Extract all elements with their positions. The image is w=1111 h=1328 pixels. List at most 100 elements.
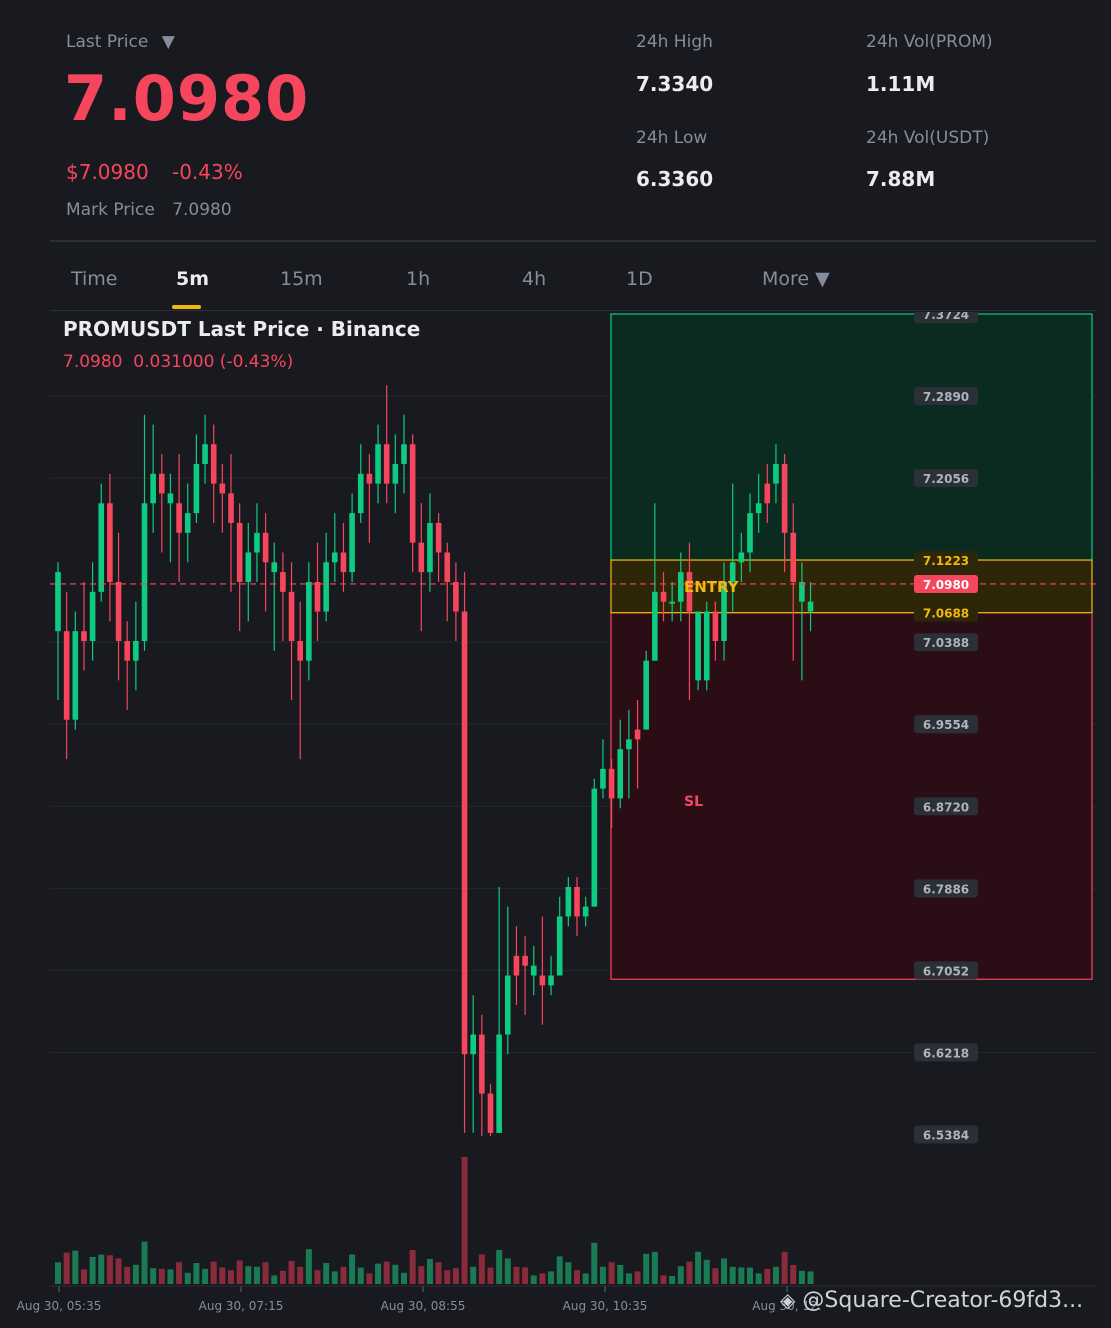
tab-time[interactable]: Time (71, 268, 118, 290)
volume-bar (634, 1271, 641, 1284)
candle-body (159, 473, 165, 494)
candle-body (176, 503, 182, 533)
candle-body (375, 444, 381, 484)
candle-body (712, 611, 719, 642)
volume-bar (781, 1251, 788, 1284)
volume-bar (695, 1251, 702, 1284)
last-price-selector[interactable]: Last Price ▼ (66, 32, 175, 52)
tab-4h[interactable]: 4h (522, 268, 546, 290)
candle-body (383, 444, 390, 484)
volume-bar (167, 1269, 174, 1284)
candle-body (626, 739, 632, 750)
candle-body (366, 473, 373, 484)
volume-bar (63, 1252, 70, 1284)
tab-more[interactable]: More ▼ (762, 268, 830, 290)
candle-body (703, 611, 710, 681)
time-tick-label: Aug 30, 07:15 (199, 1299, 284, 1313)
price-chart[interactable]: TP ENTRY SL PROMUSDT Last Price · Binanc… (0, 312, 1111, 1328)
volume-bar (219, 1267, 226, 1284)
candle-body (210, 444, 217, 484)
last-price-label: Last Price (66, 32, 149, 52)
volume-bar (305, 1249, 312, 1284)
volume-bar (504, 1258, 511, 1284)
time-tick-label: Aug 30, 05:35 (17, 1299, 102, 1313)
last-price-value: 7.0980 (64, 62, 310, 135)
price-tick-label: 7.0388 (923, 636, 969, 650)
candle-body (548, 975, 554, 986)
candle-body (591, 788, 598, 907)
price-tick-label: 7.2890 (923, 390, 969, 404)
volume-bar (772, 1266, 779, 1284)
candle-body (55, 572, 61, 632)
volume-bar (288, 1261, 295, 1284)
take-profit-zone[interactable] (610, 313, 1093, 561)
candle-body (496, 1034, 502, 1133)
tab-5m[interactable]: 5m (176, 268, 209, 290)
candle-body (790, 532, 797, 582)
chart-title: PROMUSDT Last Price · Binance (63, 317, 420, 341)
low-value: 6.3360 (636, 167, 714, 191)
candle-body (262, 532, 269, 563)
candle-body (643, 660, 649, 730)
high-value: 7.3340 (636, 72, 714, 96)
volume-bar (323, 1263, 330, 1284)
volume-bar (55, 1262, 61, 1284)
candle-body (773, 463, 779, 484)
volume-bar (202, 1268, 209, 1284)
volume-bar (591, 1242, 598, 1284)
candle-body (115, 581, 122, 642)
price-tick-label: 6.7886 (923, 882, 969, 896)
volume-bar (297, 1266, 304, 1284)
tab-1d[interactable]: 1D (626, 268, 653, 290)
volume-bar (565, 1262, 572, 1284)
volume-bar (366, 1273, 373, 1284)
volume-bar (798, 1270, 805, 1284)
candle-body (401, 444, 407, 464)
candle-body (764, 483, 771, 504)
candle-body (340, 552, 347, 573)
volume-bar (452, 1268, 459, 1284)
candle-body (323, 562, 329, 612)
candle-body (314, 581, 321, 612)
volume-bar (530, 1275, 537, 1284)
candle-body (755, 503, 762, 514)
volume-bars (55, 1157, 814, 1284)
mark-price-label: Mark Price (66, 200, 155, 220)
candle-body (271, 562, 278, 573)
candle-body (582, 906, 589, 917)
volume-bar (487, 1267, 494, 1284)
candle-body (332, 552, 338, 563)
volume-bar (401, 1272, 407, 1284)
candle-body (461, 611, 468, 1055)
volume-bar (729, 1266, 736, 1284)
ticker-header: Last Price ▼ 7.0980 $7.0980 -0.43% Mark … (0, 0, 1111, 240)
volume-bar (461, 1157, 468, 1284)
candle-body (392, 463, 399, 484)
tab-1h[interactable]: 1h (406, 268, 430, 290)
candle-body (530, 965, 537, 976)
entry-label: ENTRY (684, 578, 740, 596)
volume-bar (660, 1275, 667, 1284)
volume-bar (747, 1267, 753, 1284)
price-tick-label: 6.6218 (923, 1046, 969, 1060)
candle-body (133, 641, 139, 661)
candle-body (608, 768, 615, 799)
candle-body (72, 631, 79, 720)
candle-body (297, 641, 303, 661)
volume-bar (478, 1254, 485, 1284)
volume-bar (331, 1271, 338, 1284)
tab-15m[interactable]: 15m (280, 268, 323, 290)
candle-body (539, 975, 546, 986)
candle-body (150, 473, 156, 504)
candle-body (81, 631, 87, 642)
candle-body (634, 729, 641, 740)
volume-bar (599, 1266, 606, 1284)
candle-body (193, 463, 200, 514)
candle-body (617, 749, 624, 799)
volume-bar (426, 1259, 433, 1284)
candle-body (799, 581, 805, 602)
watermark-text: @Square-Creator-69fd3... (802, 1288, 1084, 1313)
volume-bar (357, 1267, 364, 1284)
candle-body (513, 955, 520, 976)
volume-bar (150, 1268, 157, 1284)
